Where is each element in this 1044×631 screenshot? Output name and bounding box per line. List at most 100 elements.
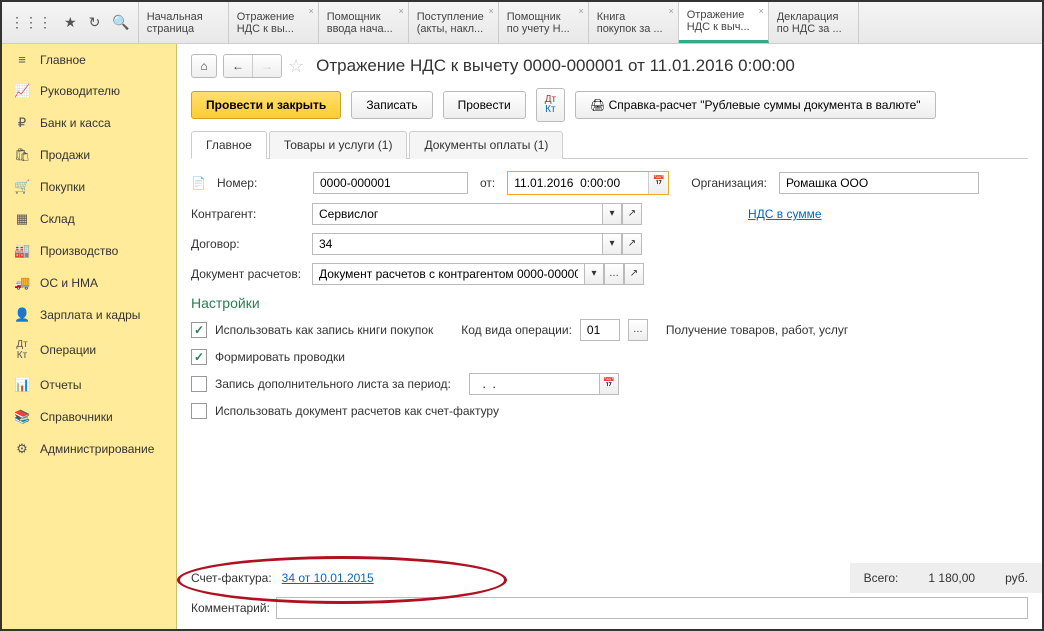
tab-3[interactable]: ×Поступление(акты, накл... [409, 2, 499, 43]
star-icon[interactable]: ★ [64, 14, 77, 31]
close-icon[interactable]: × [758, 6, 763, 16]
close-icon[interactable]: × [308, 6, 313, 16]
date-input[interactable] [508, 172, 648, 194]
search-icon[interactable]: 🔍 [112, 14, 129, 31]
settlement-label: Документ расчетов: [191, 267, 306, 281]
open-icon[interactable]: ↗ [622, 233, 642, 255]
topbar: ⋮⋮⋮ ★ ↻ 🔍 Начальнаястраница ×ОтражениеНД… [2, 2, 1042, 44]
tab-1[interactable]: ×ОтражениеНДС к вы... [229, 2, 319, 43]
sidebar-label: Руководителю [40, 84, 120, 98]
calendar-icon[interactable]: 📅 [648, 172, 668, 194]
sidebar-label: Продажи [40, 148, 90, 162]
dropdown-icon[interactable]: ▾ [602, 233, 622, 255]
number-label: Номер: [217, 176, 307, 190]
close-icon[interactable]: × [488, 6, 493, 16]
check-purchase-book[interactable]: ✓ [191, 322, 207, 338]
save-button[interactable]: Записать [351, 91, 432, 119]
dropdown-icon[interactable]: ▾ [584, 263, 604, 285]
sidebar-label: Отчеты [40, 378, 81, 392]
op-code-desc: Получение товаров, работ, услуг [666, 323, 848, 337]
check-use-settlement[interactable] [191, 403, 207, 419]
close-icon[interactable]: × [578, 6, 583, 16]
period-input[interactable] [469, 373, 599, 395]
ellipsis-icon[interactable]: … [604, 263, 624, 285]
coin-icon: ₽ [14, 115, 30, 131]
open-icon[interactable]: ↗ [622, 203, 642, 225]
home-button[interactable]: ⌂ [191, 54, 217, 78]
subtab-payments[interactable]: Документы оплаты (1) [409, 131, 563, 159]
sidebar-label: Банк и касса [40, 116, 111, 130]
sidebar-bank[interactable]: ₽ Банк и касса [2, 107, 176, 139]
invoice-link[interactable]: 34 от 10.01.2015 [282, 571, 374, 585]
from-label: от: [480, 176, 495, 190]
total-box: Всего: 1 180,00 руб. [850, 563, 1042, 593]
tab-6[interactable]: ×ОтражениеНДС к выч... [679, 2, 769, 43]
apps-icon[interactable]: ⋮⋮⋮ [10, 14, 52, 31]
sidebar-label: Зарплата и кадры [40, 308, 140, 322]
use-settlement-label: Использовать документ расчетов как счет-… [215, 404, 499, 418]
person-icon: 👤 [14, 307, 30, 323]
post-button[interactable]: Провести [443, 91, 526, 119]
calendar-icon[interactable]: 📅 [599, 373, 619, 395]
sidebar-label: Справочники [40, 410, 113, 424]
subtab-goods[interactable]: Товары и услуги (1) [269, 131, 408, 159]
settings-header: Настройки [191, 295, 1028, 311]
sidebar-sales[interactable]: 🛍Продажи [2, 139, 176, 171]
check-postings[interactable]: ✓ [191, 349, 207, 365]
sidebar-label: Операции [40, 343, 96, 357]
sidebar-salary[interactable]: 👤 Зарплата и кадры [2, 299, 176, 331]
print-icon: 🖨 [590, 98, 605, 112]
subtab-main[interactable]: Главное [191, 131, 267, 159]
report-label: Справка-расчет "Рублевые суммы документа… [609, 98, 921, 112]
postings-label: Формировать проводки [215, 350, 345, 364]
sidebar: ≡Главное 📈Руководителю ₽ Банк и касса 🛍Пр… [2, 44, 177, 629]
tabs: Начальнаястраница ×ОтражениеНДС к вы... … [139, 2, 1042, 43]
post-close-button[interactable]: Провести и закрыть [191, 91, 341, 119]
dtkt-button[interactable]: ДтКт [536, 88, 565, 122]
sidebar-production[interactable]: 🏭Производство [2, 235, 176, 267]
ellipsis-icon[interactable]: … [628, 319, 648, 341]
tab-2[interactable]: ×Помощникввода нача... [319, 2, 409, 43]
sidebar-admin[interactable]: ⚙Администрирование [2, 433, 176, 465]
footer: Счет-фактура: 34 от 10.01.2015 Всего: 1 … [177, 563, 1042, 629]
sidebar-warehouse[interactable]: ▦Склад [2, 203, 176, 235]
contract-input[interactable] [312, 233, 602, 255]
additional-label: Запись дополнительного листа за период: [215, 377, 451, 391]
report-button[interactable]: 🖨 Справка-расчет "Рублевые суммы докумен… [575, 91, 935, 119]
forward-button[interactable]: → [253, 55, 281, 77]
currency-label: руб. [1005, 571, 1028, 585]
sidebar-reports[interactable]: 📊 Отчеты [2, 369, 176, 401]
tab-4[interactable]: ×Помощникпо учету Н... [499, 2, 589, 43]
back-button[interactable]: ← [224, 55, 253, 77]
sidebar-assets[interactable]: 🚚ОС и НМА [2, 267, 176, 299]
close-icon[interactable]: × [398, 6, 403, 16]
vat-link[interactable]: НДС в сумме [748, 207, 822, 221]
counterparty-label: Контрагент: [191, 207, 306, 221]
sidebar-catalogs[interactable]: 📚Справочники [2, 401, 176, 433]
history-icon[interactable]: ↻ [89, 14, 101, 31]
open-icon[interactable]: ↗ [624, 263, 644, 285]
settlement-input[interactable] [312, 263, 584, 285]
op-code-input[interactable] [580, 319, 620, 341]
sidebar-label: Производство [40, 244, 118, 258]
sidebar-purchases[interactable]: 🛒Покупки [2, 171, 176, 203]
sidebar-label: Покупки [40, 180, 85, 194]
close-icon[interactable]: × [668, 6, 673, 16]
sidebar-label: Администрирование [40, 442, 154, 456]
sidebar-manager[interactable]: 📈Руководителю [2, 75, 176, 107]
box-icon: ▦ [14, 211, 30, 227]
dropdown-icon[interactable]: ▾ [602, 203, 622, 225]
favorite-icon[interactable]: ☆ [288, 56, 304, 77]
number-input[interactable] [313, 172, 468, 194]
comment-input[interactable] [276, 597, 1028, 619]
check-additional[interactable] [191, 376, 207, 392]
tab-start[interactable]: Начальнаястраница [139, 2, 229, 43]
tab-7[interactable]: Декларацияпо НДС за ... [769, 2, 859, 43]
org-input[interactable] [779, 172, 979, 194]
sidebar-main[interactable]: ≡Главное [2, 44, 176, 75]
tab-5[interactable]: ×Книгапокупок за ... [589, 2, 679, 43]
counterparty-input[interactable] [312, 203, 602, 225]
sidebar-operations[interactable]: ДтКтОперации [2, 331, 176, 369]
page-title: Отражение НДС к вычету 0000-000001 от 11… [316, 56, 795, 76]
report-icon: 📊 [14, 377, 30, 393]
